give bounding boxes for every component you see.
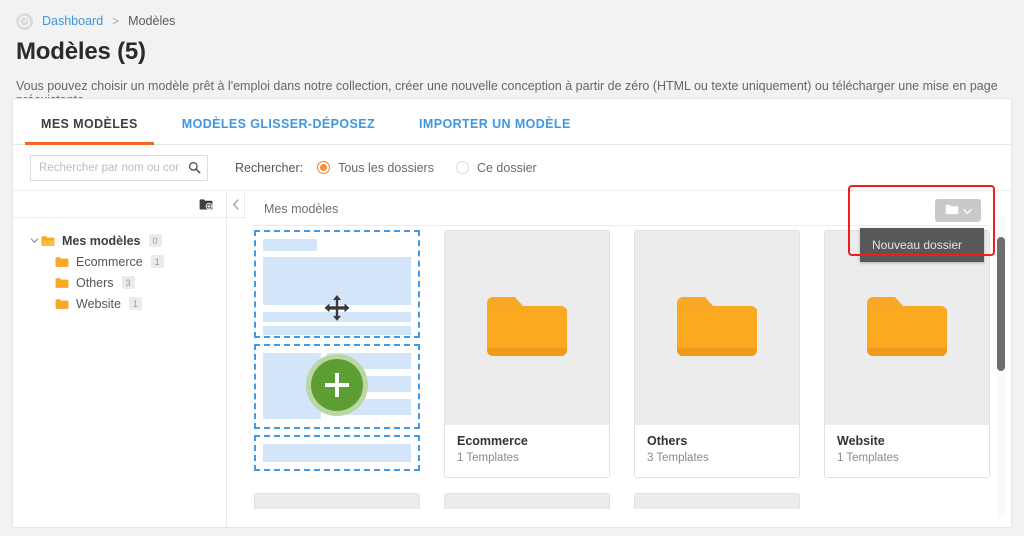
search-scope-label: Rechercher: xyxy=(235,160,304,175)
radio-indicator-all[interactable] xyxy=(317,161,331,174)
tree-item-ecommerce[interactable]: Ecommerce 1 xyxy=(13,251,226,272)
card-subtitle: 3 Templates xyxy=(647,452,709,464)
new-folder-menu: Nouveau dossier xyxy=(860,228,984,262)
new-folder-dropdown: Nouveau dossier xyxy=(860,199,984,262)
add-template-button[interactable] xyxy=(306,354,368,416)
page-title: Modèles (5) xyxy=(16,38,146,65)
tree-count-badge: 1 xyxy=(150,255,164,268)
card-dragdrop-placeholder[interactable] xyxy=(254,230,420,478)
card-subtitle: 1 Templates xyxy=(457,452,519,464)
breadcrumb: Dashboard > Modèles xyxy=(0,0,1024,32)
folder-tree: Mes modèles 0 Ecommerce 1 Others 3 Websi… xyxy=(13,218,226,314)
tree-count-badge: 1 xyxy=(128,297,142,310)
card-partial[interactable] xyxy=(444,493,610,509)
card-subtitle: 1 Templates xyxy=(837,452,899,464)
panel-body: Mes modèles 0 Ecommerce 1 Others 3 Websi… xyxy=(13,191,1011,527)
search-row: Rechercher: Tous les dossiers Ce dossier xyxy=(13,145,1011,191)
breadcrumb-link-dashboard[interactable]: Dashboard xyxy=(42,14,103,28)
folder-icon xyxy=(55,256,69,268)
tree-label: Others xyxy=(76,275,114,290)
folder-icon xyxy=(55,277,69,289)
card-meta: Ecommerce 1 Templates xyxy=(445,425,609,477)
tree-item-website[interactable]: Website 1 xyxy=(13,293,226,314)
radio-tous-les-dossiers[interactable]: Tous les dossiers xyxy=(317,161,434,175)
templates-grid-row: Ecommerce 1 Templates Others 3 Templates… xyxy=(254,230,990,478)
current-folder-label: Mes modèles xyxy=(264,201,339,216)
card-partial[interactable] xyxy=(634,493,800,509)
folder-icon xyxy=(865,293,949,364)
tab-importer-un-modele[interactable]: IMPORTER UN MODÈLE xyxy=(397,117,593,144)
tree-count-badge: 0 xyxy=(148,234,162,247)
tree-item-others[interactable]: Others 3 xyxy=(13,272,226,293)
chevron-left-icon[interactable] xyxy=(227,191,245,218)
sidebar-toolbar xyxy=(13,191,226,218)
card-title: Website xyxy=(837,434,885,448)
card-folder-others[interactable]: Others 3 Templates xyxy=(634,230,800,478)
breadcrumb-current: Modèles xyxy=(128,14,176,28)
folder-sidebar: Mes modèles 0 Ecommerce 1 Others 3 Websi… xyxy=(13,191,227,527)
folder-open-icon xyxy=(41,235,55,247)
search-input[interactable] xyxy=(31,155,183,180)
card-folder-ecommerce[interactable]: Ecommerce 1 Templates xyxy=(444,230,610,478)
radio-ce-dossier[interactable]: Ce dossier xyxy=(455,160,537,175)
move-arrows-icon[interactable] xyxy=(322,293,352,328)
chevron-down-icon[interactable] xyxy=(27,236,41,245)
breadcrumb-separator: > xyxy=(112,14,120,28)
card-thumbnail xyxy=(635,231,799,425)
tab-modeles-glisser-deposez[interactable]: MODÈLES GLISSER-DÉPOSEZ xyxy=(160,117,397,144)
radio-label-all: Tous les dossiers xyxy=(338,160,434,175)
tab-bar: MES MODÈLES MODÈLES GLISSER-DÉPOSEZ IMPO… xyxy=(13,99,1011,145)
tree-count-badge: 3 xyxy=(121,276,135,289)
content-header: Mes modèles xyxy=(227,191,1011,226)
card-folder-website[interactable]: Website 1 Templates xyxy=(824,230,990,478)
tree-item-mes-modeles[interactable]: Mes modèles 0 xyxy=(13,230,226,251)
folder-icon xyxy=(485,293,569,364)
templates-panel: MES MODÈLES MODÈLES GLISSER-DÉPOSEZ IMPO… xyxy=(12,98,1012,528)
gauge-icon xyxy=(16,12,33,30)
folder-icon xyxy=(675,293,759,364)
menu-item-nouveau-dossier[interactable]: Nouveau dossier xyxy=(860,236,984,254)
dragdrop-canvas[interactable] xyxy=(254,230,420,478)
search-icon[interactable] xyxy=(186,160,202,176)
templates-grid: Ecommerce 1 Templates Others 3 Templates… xyxy=(227,226,1011,527)
content-scrollbar-thumb[interactable] xyxy=(997,237,1005,371)
tree-label: Ecommerce xyxy=(76,254,143,269)
new-folder-dropdown-button[interactable] xyxy=(935,199,981,222)
templates-content: Mes modèles Nouveau dossier Ecommerce 1 … xyxy=(227,191,1011,527)
radio-indicator-current[interactable] xyxy=(455,161,469,174)
card-thumbnail xyxy=(445,231,609,425)
folder-icon xyxy=(55,298,69,310)
card-partial[interactable] xyxy=(254,493,420,509)
card-meta: Website 1 Templates xyxy=(825,425,989,477)
tree-label: Mes modèles xyxy=(62,233,141,248)
search-scope-radios: Tous les dossiers Ce dossier xyxy=(317,161,559,175)
dd-block-bottom xyxy=(254,435,420,471)
tree-label: Website xyxy=(76,296,121,311)
tab-mes-modeles[interactable]: MES MODÈLES xyxy=(19,117,160,145)
card-title: Others xyxy=(647,434,688,448)
card-meta: Others 3 Templates xyxy=(635,425,799,477)
radio-label-current: Ce dossier xyxy=(476,160,537,175)
templates-grid-row-partial xyxy=(254,493,989,509)
search-box[interactable] xyxy=(30,154,208,181)
folder-plus-icon[interactable] xyxy=(197,196,215,212)
folder-icon xyxy=(945,202,959,220)
chevron-down-icon xyxy=(962,202,972,220)
card-title: Ecommerce xyxy=(457,434,528,448)
